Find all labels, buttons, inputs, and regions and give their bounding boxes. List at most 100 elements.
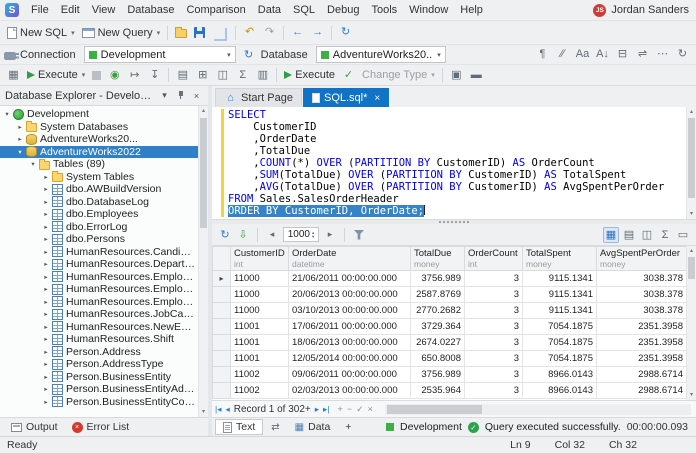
delete-record-button[interactable]: − [347, 404, 352, 415]
tree-node[interactable]: ▸ System Tables [0, 171, 208, 184]
menu-data[interactable]: Data [252, 2, 287, 18]
column-header-totalspent[interactable]: TotalSpent money [522, 246, 597, 271]
compare-view-tab[interactable]: ⇄ [264, 419, 286, 435]
parse-sql-button[interactable]: ✓ [339, 67, 358, 84]
grid-cell[interactable]: 7054.1875 [522, 334, 597, 351]
grid-cell[interactable]: 2988.6714 [596, 366, 686, 383]
tree-node[interactable]: ▸ dbo.DatabaseLog [0, 196, 208, 209]
new-sql-button[interactable]: New SQL ▾ [4, 25, 78, 41]
spinner-icon[interactable]: ▴ ▾ [312, 231, 314, 238]
tree-node[interactable]: ▸ HumanResources.Department [0, 258, 208, 271]
tree-scrollbar[interactable]: ▴ ▾ [198, 106, 208, 417]
data-view-tab[interactable]: ▦ Data [288, 419, 338, 435]
error-list-panel-button[interactable]: × Error List [66, 420, 136, 434]
tree-node[interactable]: ▸ Person.AddressType [0, 358, 208, 371]
grid-cell[interactable]: 02/03/2013 00:00:00.000 [288, 382, 411, 399]
grid-row[interactable]: 11001 17/06/2011 00:00:00.000 3729.364 3 705… [212, 318, 686, 335]
expander-icon[interactable]: ▸ [41, 373, 51, 381]
tree-node[interactable]: ▸ HumanResources.Candidate [0, 246, 208, 259]
row-selector[interactable] [212, 334, 231, 351]
expander-icon[interactable]: ▸ [41, 260, 51, 268]
open-file-button[interactable] [172, 25, 190, 40]
change-type-button[interactable]: Change Type ▾ [359, 67, 438, 83]
outline-collapse-button[interactable]: ⊟ [613, 46, 632, 63]
grid-cell[interactable]: 9115.1341 [522, 286, 597, 303]
expander-icon[interactable]: ▸ [41, 298, 51, 306]
row-selector[interactable] [212, 382, 231, 399]
grid-cell[interactable]: 11001 [230, 318, 289, 335]
grid-row[interactable]: ▸ 11000 21/06/2011 00:00:00.000 3756.989 3 91… [212, 270, 686, 287]
grid-cell[interactable]: 11000 [230, 286, 289, 303]
export-data-button[interactable]: ⇩ [235, 227, 251, 243]
execute-statement-button[interactable]: Execute [281, 67, 338, 83]
code-line[interactable]: ,TotalDue [228, 145, 686, 157]
grid-cell[interactable]: 2770.2682 [410, 302, 465, 319]
menu-window[interactable]: Window [403, 2, 454, 18]
grid-cell[interactable]: 03/10/2013 00:00:00.000 [288, 302, 411, 319]
grid-row[interactable]: 11001 12/05/2014 00:00:00.000 650.8008 3 705… [212, 350, 686, 367]
code-line[interactable]: ,SUM(TotalDue) OVER (PARTITION BY Custom… [228, 169, 686, 181]
grid-cell[interactable]: 7054.1875 [522, 350, 597, 367]
code-line[interactable]: ,OrderDate [228, 133, 686, 145]
tree-node[interactable]: ▸ Person.BusinessEntity [0, 371, 208, 384]
code-area[interactable]: SELECT CustomerID ,OrderDate ,TotalDue ,… [228, 107, 686, 219]
expander-icon[interactable]: ▸ [41, 335, 51, 343]
step-into-button[interactable]: ↧ [145, 67, 164, 84]
menu-sql[interactable]: SQL [287, 2, 321, 18]
append-record-button[interactable]: + [338, 404, 343, 415]
column-header-ordercount[interactable]: OrderCount int [464, 246, 523, 271]
tree-node[interactable]: ▸ dbo.ErrorLog [0, 221, 208, 234]
refresh-cache-button[interactable]: ↻ [673, 46, 692, 63]
new-query-button[interactable]: New Query ▾ [79, 25, 164, 41]
grid-view-button[interactable]: ▦ [603, 226, 619, 243]
tab-start-page[interactable]: ⌂ Start Page [215, 88, 302, 107]
expander-icon[interactable]: ▸ [41, 310, 51, 318]
grid-cell[interactable]: 2351.3958 [596, 334, 686, 351]
scrollbar-thumb[interactable] [386, 404, 482, 414]
expander-icon[interactable]: ▸ [41, 348, 51, 356]
grid-cell[interactable]: 11002 [230, 366, 289, 383]
connection-select[interactable]: Development ▾ [83, 46, 236, 63]
menu-comparison[interactable]: Comparison [180, 2, 251, 18]
menu-tools[interactable]: Tools [365, 2, 403, 18]
expander-icon[interactable]: ▸ [15, 123, 25, 131]
last-record-button[interactable]: ▸| [323, 404, 329, 415]
tree-node[interactable]: ▸ HumanResources.Shift [0, 333, 208, 346]
grid-cell[interactable]: 21/06/2011 00:00:00.000 [288, 270, 411, 287]
execute-button[interactable]: Execute ▾ [24, 67, 88, 83]
database-select[interactable]: AdventureWorks20... ▾ [315, 46, 446, 63]
expander-icon[interactable]: ▾ [2, 110, 12, 118]
expander-icon[interactable]: ▸ [41, 210, 51, 218]
aggregates-button[interactable]: Σ [233, 67, 252, 84]
grid-cell[interactable]: 11000 [230, 270, 289, 287]
grid-cell[interactable]: 17/06/2011 00:00:00.000 [288, 318, 411, 335]
stop-execution-button[interactable] [89, 69, 104, 82]
row-selector[interactable] [212, 318, 231, 335]
code-line[interactable]: ,AVG(TotalDue) OVER (PARTITION BY Custom… [228, 181, 686, 193]
format-sql-button[interactable]: ¶ [533, 46, 552, 63]
row-selector[interactable]: ▸ [212, 270, 231, 287]
grid-row[interactable]: 11002 09/06/2011 00:00:00.000 3756.989 3 896… [212, 366, 686, 383]
tree-node[interactable]: ▸ Person.BusinessEntityContact [0, 396, 208, 409]
expander-icon[interactable]: ▸ [41, 173, 51, 181]
grid-cell[interactable]: 18/06/2013 00:00:00.000 [288, 334, 411, 351]
query-profiler-button[interactable]: ▤ [173, 67, 192, 84]
grid-cell[interactable]: 2587.8769 [410, 286, 465, 303]
refresh-document-button[interactable]: ↻ [336, 24, 355, 41]
tree-node[interactable]: ▸ HumanResources.EmployeeDepartmentHistor… [0, 283, 208, 296]
column-header-avgspentperorder[interactable]: AvgSpentPerOrder money [596, 246, 686, 271]
panel-menu-button[interactable]: ▾ [158, 90, 171, 101]
grid-cell[interactable]: 3756.989 [410, 366, 465, 383]
grid-cell[interactable]: 3038.378 [596, 302, 686, 319]
pin-icon[interactable] [174, 90, 187, 102]
pivot-table-button[interactable]: ◫ [213, 67, 232, 84]
scrollbar-thumb[interactable] [688, 118, 695, 198]
grid-cell[interactable]: 3 [464, 270, 523, 287]
grid-cell[interactable]: 650.8008 [410, 350, 465, 367]
tree-node[interactable]: ▸ HumanResources.Employee [0, 271, 208, 284]
scrollbar-thumb[interactable] [200, 118, 207, 228]
grid-cell[interactable]: 2351.3958 [596, 350, 686, 367]
sql-editor[interactable]: SELECT CustomerID ,OrderDate ,TotalDue ,… [212, 107, 696, 219]
prev-record-button[interactable]: ◂ [225, 404, 229, 415]
tree-node[interactable]: ▸ HumanResources.NewEmployee [0, 321, 208, 334]
